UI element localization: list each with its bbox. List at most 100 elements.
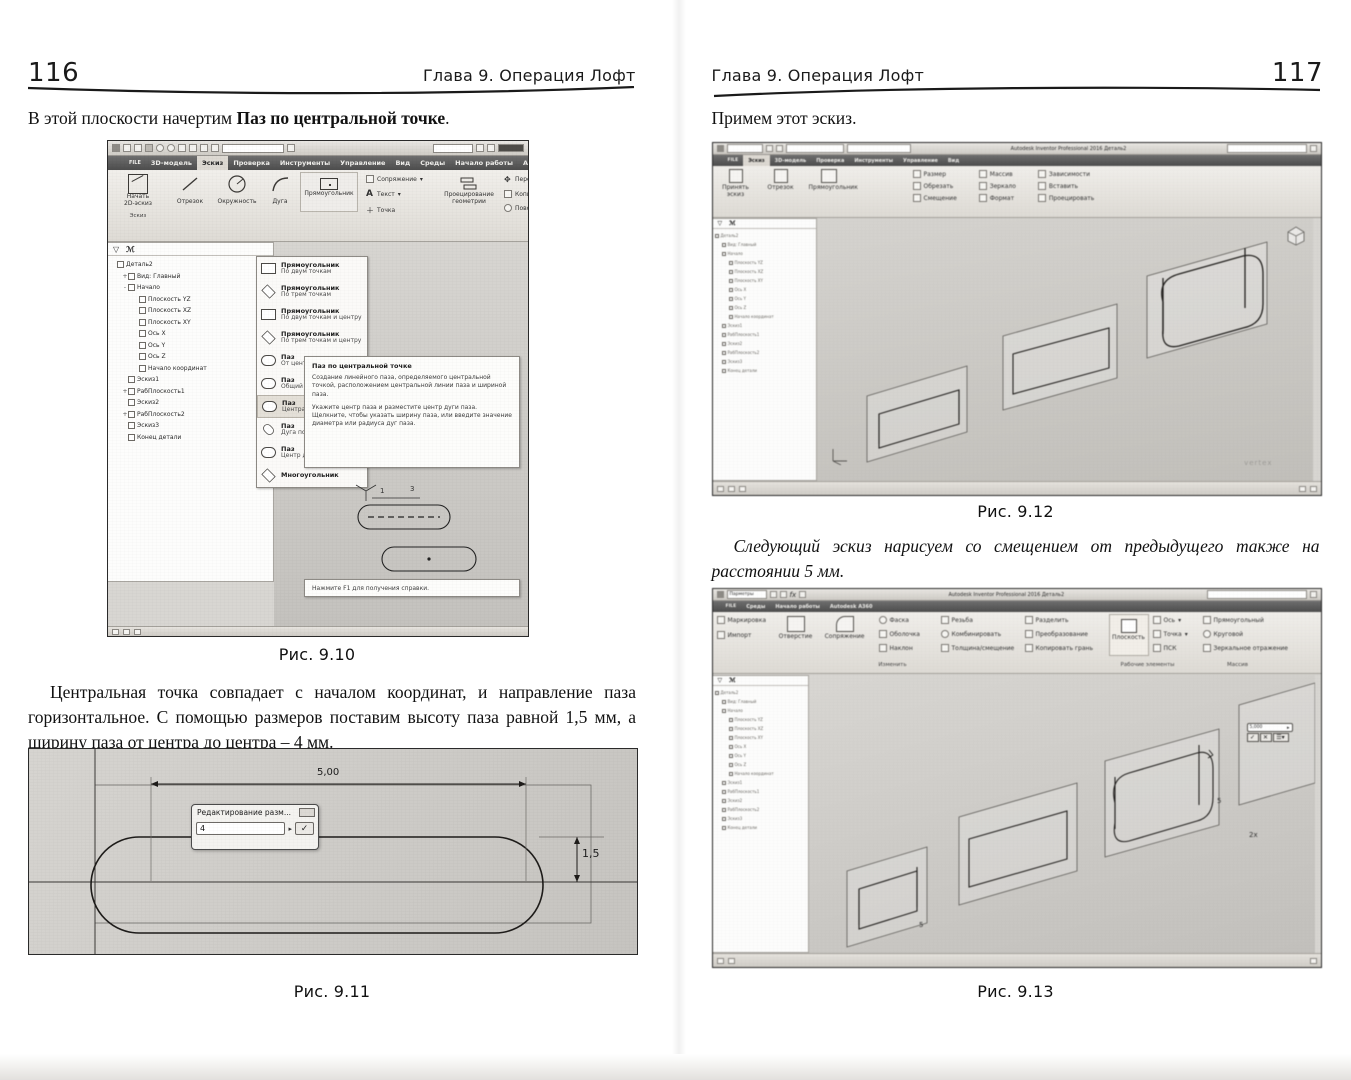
new-icon[interactable]	[123, 144, 131, 152]
browser-tree-item[interactable]: Плоскость XY	[715, 733, 808, 742]
thread-button[interactable]: Резьба	[940, 616, 1015, 624]
quick-access-toolbar[interactable]: Парметры fx Autodesk Inventor Profession…	[712, 589, 1321, 601]
tab-inspect[interactable]: Проверка	[228, 156, 275, 170]
browser-tree-item[interactable]: Плоскость XY	[111, 317, 273, 329]
browser-tree-item[interactable]: Ось Y	[715, 751, 808, 760]
offset-button[interactable]: Смещение	[912, 194, 957, 202]
point-button[interactable]: ＋ Точка	[366, 205, 423, 216]
select-icon[interactable]	[211, 144, 219, 152]
help-search-field[interactable]	[498, 144, 524, 152]
text-button[interactable]: A Текст ▾	[366, 189, 423, 199]
workpoint-button[interactable]: Точка ▾	[1152, 630, 1188, 638]
ribbon-tab-strip[interactable]: FILE Среды Начало работы Autodesk A360	[712, 601, 1321, 612]
browser-tree-item[interactable]: Эскиз2	[715, 796, 808, 805]
help-search-field[interactable]	[1206, 590, 1307, 599]
copy-face-button[interactable]: Копировать грань	[1024, 644, 1093, 652]
model-browser[interactable]: ▽ ℳ Деталь2 Вид: Главный Начало Плоскость Y…	[712, 675, 809, 953]
insert-image-button[interactable]: Вставить	[1037, 182, 1094, 190]
browser-tree-item[interactable]: Ось Y	[715, 294, 816, 303]
draft-button[interactable]: Наклон	[878, 644, 920, 652]
gallery-item[interactable]: Прямоугольник По двум точкам	[257, 257, 367, 280]
browser-tree-item[interactable]: Деталь2	[714, 688, 808, 697]
options-button[interactable]: ☰▾	[1272, 733, 1289, 742]
appearance-dropdown[interactable]	[433, 143, 473, 153]
tab-manage[interactable]: Управление	[898, 155, 943, 166]
browser-tree-item[interactable]: Эскиз3	[715, 357, 816, 366]
return-icon[interactable]	[189, 144, 197, 152]
browser-tree-item[interactable]: Плоскость YZ	[715, 258, 816, 267]
redo-icon[interactable]	[167, 144, 175, 152]
browser-tree-item[interactable]: Конец детали	[715, 823, 808, 832]
browser-tree-item[interactable]: Начало координат	[715, 769, 808, 778]
file-menu-button[interactable]: FILE	[723, 155, 744, 166]
save-icon[interactable]	[765, 145, 773, 152]
browser-tree-item[interactable]: + РабПлоскость1	[111, 386, 273, 398]
undo-icon[interactable]	[156, 144, 164, 152]
model-browser[interactable]: ▽ ℳ Деталь2 Вид: Главный Начало Плоскость Y…	[712, 218, 817, 481]
signin-icon[interactable]	[1309, 591, 1317, 598]
trim-button[interactable]: Обрезать	[912, 182, 957, 190]
gallery-item[interactable]: Прямоугольник По трем точкам и центру	[257, 326, 367, 349]
undo-icon[interactable]	[769, 591, 777, 598]
update-icon[interactable]	[200, 144, 208, 152]
browser-tree-item[interactable]: Эскиз2	[111, 397, 273, 409]
dimension-value-input[interactable]: 4	[196, 822, 286, 835]
tab-autodesk-a360[interactable]: Autodesk A360	[825, 601, 878, 612]
browser-tree-item[interactable]: Деталь2	[111, 259, 273, 271]
fx-icon[interactable]: fx	[790, 591, 797, 599]
quick-access-toolbar[interactable]	[108, 141, 528, 156]
dropdown-arrow-icon[interactable]: ▸	[288, 825, 292, 833]
browser-tree-item[interactable]: Плоскость YZ	[715, 715, 808, 724]
fillet-button[interactable]: Сопряжение ▾	[366, 175, 423, 183]
browser-tree-rows-small2[interactable]: Деталь2 Вид: Главный Начало Плоскость YZ Пло…	[713, 686, 808, 832]
clear-icon[interactable]	[476, 144, 484, 152]
browser-tree-item[interactable]: Начало координат	[715, 312, 816, 321]
circular-pattern-button[interactable]: Круговой	[1202, 630, 1288, 638]
browser-tree-item[interactable]: Ось Y	[111, 340, 273, 352]
browser-tree-item[interactable]: Начало	[715, 706, 808, 715]
browser-tree-item[interactable]: Ось X	[715, 742, 808, 751]
browser-tree-item[interactable]: + Вид: Главный	[111, 271, 273, 283]
browser-tree-item[interactable]: Деталь2	[714, 231, 816, 240]
browser-tree-item[interactable]: Плоскость XZ	[111, 305, 273, 317]
inventor-logo-icon[interactable]	[716, 145, 724, 152]
browser-tree-item[interactable]: Эскиз1	[715, 321, 816, 330]
model-viewport[interactable]: 5 5 2x 5,000 ▸ ✓ ✕ ☰▾	[808, 675, 1315, 953]
measure-icon[interactable]	[487, 144, 495, 152]
workaxis-button[interactable]: Ось ▾	[1152, 616, 1188, 624]
ribbon-tab-strip[interactable]: FILE Эскиз 3D-модель Проверка Инструмент…	[712, 155, 1321, 166]
finish-sketch-icon[interactable]	[728, 169, 743, 183]
format-button[interactable]: Формат	[978, 194, 1016, 202]
browser-tree-item[interactable]: Конец детали	[715, 366, 816, 375]
hole-icon[interactable]	[786, 616, 805, 632]
browser-tree-item[interactable]: Ось Z	[715, 303, 816, 312]
appearance-icon[interactable]	[287, 144, 295, 152]
browser-tree-item[interactable]: Ось X	[715, 285, 816, 294]
tab-environments[interactable]: Среды	[741, 601, 770, 612]
copy-button[interactable]: Копировать	[504, 190, 528, 198]
import-button[interactable]: Импорт	[716, 631, 767, 639]
combine-button[interactable]: Комбинировать	[940, 630, 1015, 638]
material-dropdown[interactable]	[785, 144, 844, 153]
redo-icon[interactable]	[779, 591, 787, 598]
move-button[interactable]: ✥ Перенос	[504, 175, 528, 184]
browser-header[interactable]: ▽ ℳ	[712, 676, 808, 686]
browser-tree-item[interactable]: - Начало	[111, 282, 273, 294]
browser-tree-item[interactable]: Плоскость XZ	[715, 267, 816, 276]
tab-3d-model[interactable]: 3D-модель	[770, 155, 812, 166]
file-menu-button[interactable]: FILE	[124, 156, 146, 170]
browser-tree-item[interactable]: Начало координат	[111, 363, 273, 375]
pattern-button[interactable]: Массив	[978, 170, 1016, 178]
rotate-button[interactable]: Поворот	[504, 204, 528, 212]
browser-tree-rows-small[interactable]: Деталь2 Вид: Главный Начало Плоскость YZ Пло…	[713, 229, 816, 375]
line-tool-icon[interactable]	[773, 169, 788, 183]
browser-tree-item[interactable]: Вид: Главный	[715, 697, 808, 706]
inventor-logo-icon[interactable]	[112, 144, 120, 152]
ribbon-tab-strip[interactable]: FILE 3D-модель Эскиз Проверка Инструмент…	[108, 156, 528, 170]
slot-sketch-geometry[interactable]	[29, 749, 637, 954]
tab-tools[interactable]: Инструменты	[849, 155, 898, 166]
rect-pattern-button[interactable]: Прямоугольный	[1202, 616, 1288, 624]
edit-dimension-dialog[interactable]: Редактирование разм... 4 ▸ ✓	[191, 804, 319, 850]
accept-button[interactable]: ✓	[295, 822, 314, 835]
accept-button[interactable]: ✓	[1246, 733, 1259, 742]
